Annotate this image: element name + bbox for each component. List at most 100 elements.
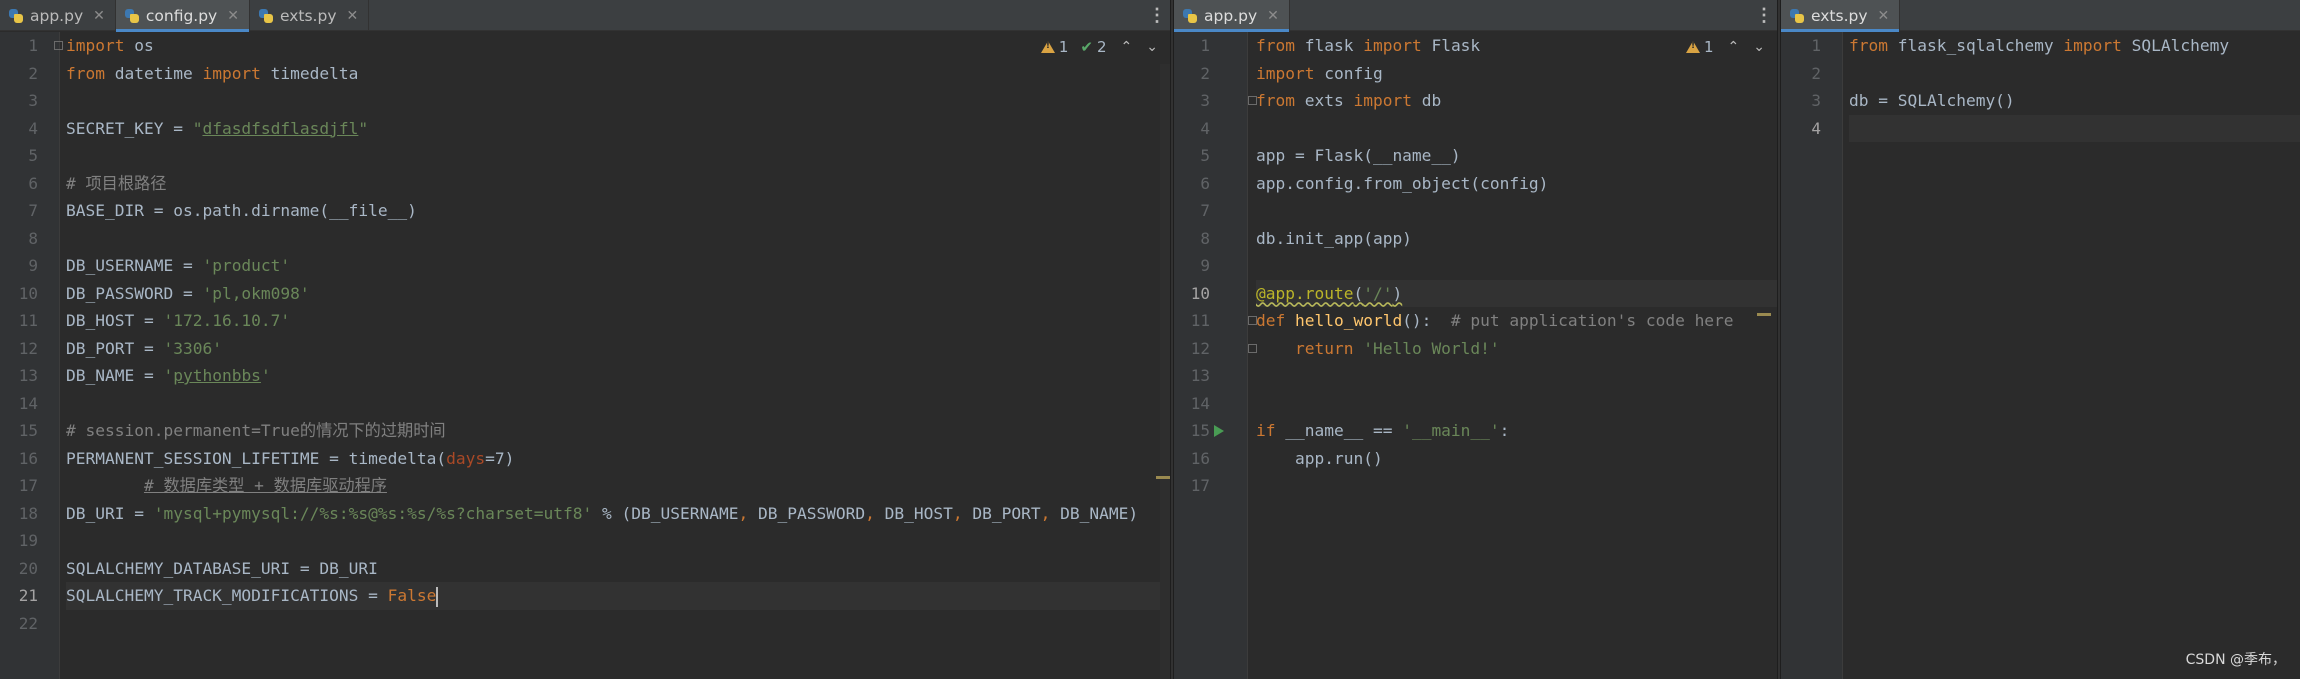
code-line[interactable] [66,390,1170,418]
line-number[interactable]: 22 [0,610,38,638]
line-number[interactable]: 10 [0,280,38,308]
code-line[interactable]: db = SQLAlchemy() [1849,87,2300,115]
line-number[interactable]: 7 [0,197,38,225]
code-line[interactable]: @app.route('/') [1256,279,1777,307]
code-line[interactable]: SECRET_KEY = "dfasdfsdflasdjfl" [66,115,1170,143]
code-line[interactable] [66,87,1170,115]
code-line[interactable]: db.init_app(app) [1256,225,1777,253]
code-line[interactable]: DB_URI = 'mysql+pymysql://%s:%s@%s:%s/%s… [66,500,1170,528]
code-line[interactable]: return 'Hello World!' [1256,335,1777,363]
line-number[interactable]: 2 [1781,60,1821,88]
code-line[interactable] [66,610,1170,638]
code-editor[interactable]: 1234 from flask_sqlalchemy import SQLAlc… [1781,32,2300,679]
line-number[interactable]: 11 [1174,307,1210,335]
line-number[interactable]: 3 [1174,87,1210,115]
inspection-widget[interactable]: 1 ⌃ ⌄ [1685,38,1765,56]
line-number[interactable]: 5 [1174,142,1210,170]
code-line[interactable] [1256,390,1777,418]
code-line[interactable] [1256,197,1777,225]
code-line[interactable]: def hello_world(): # put application's c… [1256,307,1777,335]
code-editor[interactable]: 1 2 3 4 5 6 7 8 9 10 11 12 13 14 15 16 17 18 19 20 21 22 impo… [0,32,1170,679]
line-number[interactable]: 14 [0,390,38,418]
line-number[interactable]: 4 [1174,115,1210,143]
code-line[interactable]: app.run() [1256,445,1777,473]
code-line[interactable]: DB_NAME = 'pythonbbs' [66,362,1170,390]
code-line[interactable]: import os [66,32,1170,60]
tab-app-py[interactable]: app.py ✕ [1174,0,1290,32]
close-icon[interactable]: ✕ [1878,8,1890,24]
code-area[interactable]: from flask import Flask import config from… [1248,32,1777,679]
line-number[interactable]: 14 [1174,390,1210,418]
code-line[interactable]: from flask_sqlalchemy import SQLAlchemy [1849,32,2300,60]
line-number[interactable]: 1 [0,32,38,60]
code-line[interactable] [1256,115,1777,143]
code-line[interactable] [1256,472,1777,500]
line-number[interactable]: 16 [0,445,38,473]
line-number[interactable]: 12 [0,335,38,363]
line-number[interactable]: 13 [0,362,38,390]
line-number[interactable]: 3 [1781,87,1821,115]
fold-icon[interactable] [54,41,63,50]
line-number[interactable]: 16 [1174,445,1210,473]
error-stripe-marker[interactable] [1156,476,1170,479]
code-editor[interactable]: 1 2 3 4 5 6 7 8 9 10 11 12 13 14 15 16 17 from flask imp… [1174,32,1777,679]
editor-pane-app[interactable]: app.py ✕ ⋮ 1 2 3 4 5 6 7 8 9 10 11 12 13 14 15 16 17 fro… [1174,0,1777,679]
line-number[interactable]: 2 [1174,60,1210,88]
line-number[interactable]: 3 [0,87,38,115]
line-number[interactable]: 13 [1174,362,1210,390]
line-number[interactable]: 8 [1174,225,1210,253]
code-line[interactable] [66,142,1170,170]
code-line[interactable]: # 项目根路径 [66,170,1170,198]
code-area[interactable]: import os from datetime import timedelta S… [54,32,1170,679]
code-line[interactable]: DB_PASSWORD = 'pl,okm098' [66,280,1170,308]
line-number[interactable]: 19 [0,527,38,555]
line-number[interactable]: 1 [1781,32,1821,60]
line-number[interactable]: 18 [0,500,38,528]
code-line[interactable]: if __name__ == '__main__': [1256,417,1777,445]
tab-config-py[interactable]: config.py ✕ [115,0,250,32]
chevron-up-icon[interactable]: ⌃ [1121,39,1133,55]
code-line[interactable] [1256,252,1777,280]
line-number[interactable]: 5 [0,142,38,170]
line-number[interactable]: 9 [1174,252,1210,280]
code-line[interactable]: app = Flask(__name__) [1256,142,1777,170]
code-line[interactable] [66,527,1170,555]
close-icon[interactable]: ✕ [1267,8,1279,24]
more-options-icon[interactable]: ⋮ [1144,0,1170,30]
code-line[interactable] [1849,60,2300,88]
line-number[interactable]: 2 [0,60,38,88]
error-stripe-marker[interactable] [1757,313,1771,316]
close-icon[interactable]: ✕ [227,8,239,24]
line-number[interactable]: 12 [1174,335,1210,363]
close-icon[interactable]: ✕ [93,8,105,24]
editor-pane-config[interactable]: app.py ✕ config.py ✕ exts.py ✕ ⋮ 1234567… [0,0,1170,679]
line-number[interactable]: 6 [0,170,38,198]
line-number[interactable]: 15 [0,417,38,445]
code-line[interactable]: import config [1256,60,1777,88]
tab-app-py[interactable]: app.py ✕ [0,0,116,31]
code-line[interactable]: PERMANENT_SESSION_LIFETIME = timedelta(d… [66,445,1170,473]
code-line[interactable]: # session.permanent=True的情况下的过期时间 [66,417,1170,445]
line-number[interactable]: 11 [0,307,38,335]
line-number[interactable]: 21 [0,582,38,610]
code-line[interactable]: SQLALCHEMY_TRACK_MODIFICATIONS = False [66,582,1170,610]
code-area[interactable]: from flask_sqlalchemy import SQLAlchemy d… [1849,32,2300,679]
code-line[interactable]: from exts import db [1256,87,1777,115]
line-number[interactable]: 7 [1174,197,1210,225]
fold-icon[interactable] [1248,316,1257,325]
line-number[interactable]: 15 [1174,417,1210,445]
code-line[interactable]: BASE_DIR = os.path.dirname(__file__) [66,197,1170,225]
line-number[interactable]: 4 [0,115,38,143]
inspection-widget[interactable]: 1 ✔ 2 ⌃ ⌄ [1040,38,1158,56]
code-line[interactable]: DB_HOST = '172.16.10.7' [66,307,1170,335]
line-number[interactable]: 17 [1174,472,1210,500]
code-line[interactable]: app.config.from_object(config) [1256,170,1777,198]
close-icon[interactable]: ✕ [347,8,359,24]
line-number[interactable]: 1 [1174,32,1210,60]
editor-pane-exts[interactable]: exts.py ✕ 1234 from flask_sqlalchemy imp… [1781,0,2300,679]
chevron-down-icon[interactable]: ⌄ [1753,39,1765,55]
code-line[interactable] [1849,114,2300,142]
chevron-down-icon[interactable]: ⌄ [1146,39,1158,55]
line-number[interactable]: 20 [0,555,38,583]
scrollbar[interactable] [1160,64,1170,679]
